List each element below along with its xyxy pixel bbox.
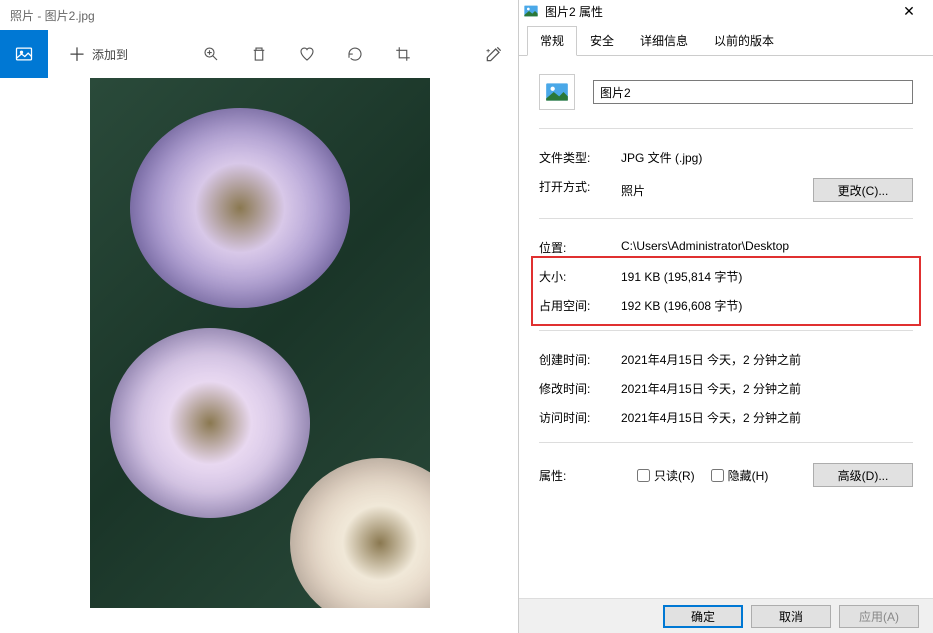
row-size-on-disk: 占用空间: 192 KB (196,608 字节) <box>539 291 913 320</box>
photo-content <box>290 458 430 608</box>
row-accessed: 访问时间: 2021年4月15日 今天，2 分钟之前 <box>539 403 913 432</box>
value-size: 191 KB (195,814 字节) <box>621 268 913 285</box>
tab-security[interactable]: 安全 <box>577 26 627 55</box>
label-open-with: 打开方式: <box>539 178 621 202</box>
value-open-with: 照片 <box>621 182 645 199</box>
zoom-button[interactable] <box>187 30 235 78</box>
close-button[interactable]: ✕ <box>889 0 929 22</box>
label-size: 大小: <box>539 268 621 285</box>
hidden-checkbox-wrap[interactable]: 隐藏(H) <box>711 467 769 484</box>
tab-details[interactable]: 详细信息 <box>627 26 701 55</box>
plus-icon: ＋ <box>68 41 86 67</box>
ok-button[interactable]: 确定 <box>663 605 743 628</box>
highlight-annotation: 大小: 191 KB (195,814 字节) 占用空间: 192 KB (19… <box>531 256 921 326</box>
edit-magic-icon <box>484 44 504 64</box>
cancel-button[interactable]: 取消 <box>751 605 831 628</box>
favorite-button[interactable] <box>283 30 331 78</box>
tab-previous-versions[interactable]: 以前的版本 <box>701 26 787 55</box>
photos-titlebar: 照片 - 图片2.jpg <box>0 0 518 30</box>
row-modified: 修改时间: 2021年4月15日 今天，2 分钟之前 <box>539 374 913 403</box>
close-icon: ✕ <box>903 3 915 20</box>
crop-button[interactable] <box>379 30 427 78</box>
properties-tabs: 常规 安全 详细信息 以前的版本 <box>519 22 933 56</box>
tab-content-general: 文件类型: JPG 文件 (.jpg) 打开方式: 照片 更改(C)... 位置… <box>519 56 933 511</box>
rotate-icon <box>346 45 364 63</box>
photo-content <box>110 328 310 518</box>
value-size-on-disk: 192 KB (196,608 字节) <box>621 297 913 314</box>
properties-titlebar: 图片2 属性 ✕ <box>519 0 933 22</box>
label-modified: 修改时间: <box>539 380 621 397</box>
row-filetype: 文件类型: JPG 文件 (.jpg) <box>539 143 913 172</box>
value-accessed: 2021年4月15日 今天，2 分钟之前 <box>621 409 913 426</box>
value-created: 2021年4月15日 今天，2 分钟之前 <box>621 351 913 368</box>
picture-icon <box>523 3 539 19</box>
delete-button[interactable] <box>235 30 283 78</box>
hidden-label: 隐藏(H) <box>728 467 769 484</box>
advanced-button[interactable]: 高级(D)... <box>813 463 913 487</box>
row-size: 大小: 191 KB (195,814 字节) <box>539 262 913 291</box>
readonly-label: 只读(R) <box>654 467 695 484</box>
edit-button[interactable] <box>470 30 518 78</box>
readonly-checkbox[interactable] <box>637 469 650 482</box>
properties-body: 常规 安全 详细信息 以前的版本 文件类型: JPG 文件 (.jpg) 打开方… <box>519 22 933 598</box>
photos-toolbar: ＋ 添加到 <box>0 30 518 78</box>
photos-window-title: 照片 - 图片2.jpg <box>10 7 95 24</box>
dialog-button-bar: 确定 取消 应用(A) <box>519 598 933 633</box>
apply-button[interactable]: 应用(A) <box>839 605 919 628</box>
file-header <box>539 74 913 110</box>
picture-icon <box>544 79 570 105</box>
row-open-with: 打开方式: 照片 更改(C)... <box>539 172 913 208</box>
add-to-button[interactable]: ＋ 添加到 <box>48 30 144 78</box>
change-button[interactable]: 更改(C)... <box>813 178 913 202</box>
tab-general[interactable]: 常规 <box>527 26 577 56</box>
photos-view-tab[interactable] <box>0 30 48 78</box>
row-created: 创建时间: 2021年4月15日 今天，2 分钟之前 <box>539 345 913 374</box>
photos-app-window: 照片 - 图片2.jpg ＋ 添加到 <box>0 0 518 633</box>
photo-viewport[interactable] <box>90 78 430 608</box>
add-to-label: 添加到 <box>92 46 128 63</box>
label-filetype: 文件类型: <box>539 149 621 166</box>
filename-input[interactable] <box>593 80 913 104</box>
hidden-checkbox[interactable] <box>711 469 724 482</box>
label-created: 创建时间: <box>539 351 621 368</box>
value-filetype: JPG 文件 (.jpg) <box>621 149 913 166</box>
label-size-on-disk: 占用空间: <box>539 297 621 314</box>
photo-content <box>130 108 350 308</box>
rotate-button[interactable] <box>331 30 379 78</box>
magnifier-icon <box>202 45 220 63</box>
picture-icon <box>14 44 34 64</box>
trash-icon <box>250 45 268 63</box>
properties-dialog: 图片2 属性 ✕ 常规 安全 详细信息 以前的版本 文件类型: JPG 文件 (… <box>518 0 933 633</box>
value-modified: 2021年4月15日 今天，2 分钟之前 <box>621 380 913 397</box>
label-location: 位置: <box>539 239 621 256</box>
value-location: C:\Users\Administrator\Desktop <box>621 239 913 256</box>
properties-title: 图片2 属性 <box>545 3 889 20</box>
heart-icon <box>298 45 316 63</box>
row-attributes: 属性: 只读(R) 隐藏(H) 高级(D)... <box>539 457 913 493</box>
readonly-checkbox-wrap[interactable]: 只读(R) <box>637 467 695 484</box>
label-accessed: 访问时间: <box>539 409 621 426</box>
file-type-icon <box>539 74 575 110</box>
label-attributes: 属性: <box>539 467 621 484</box>
crop-icon <box>394 45 412 63</box>
